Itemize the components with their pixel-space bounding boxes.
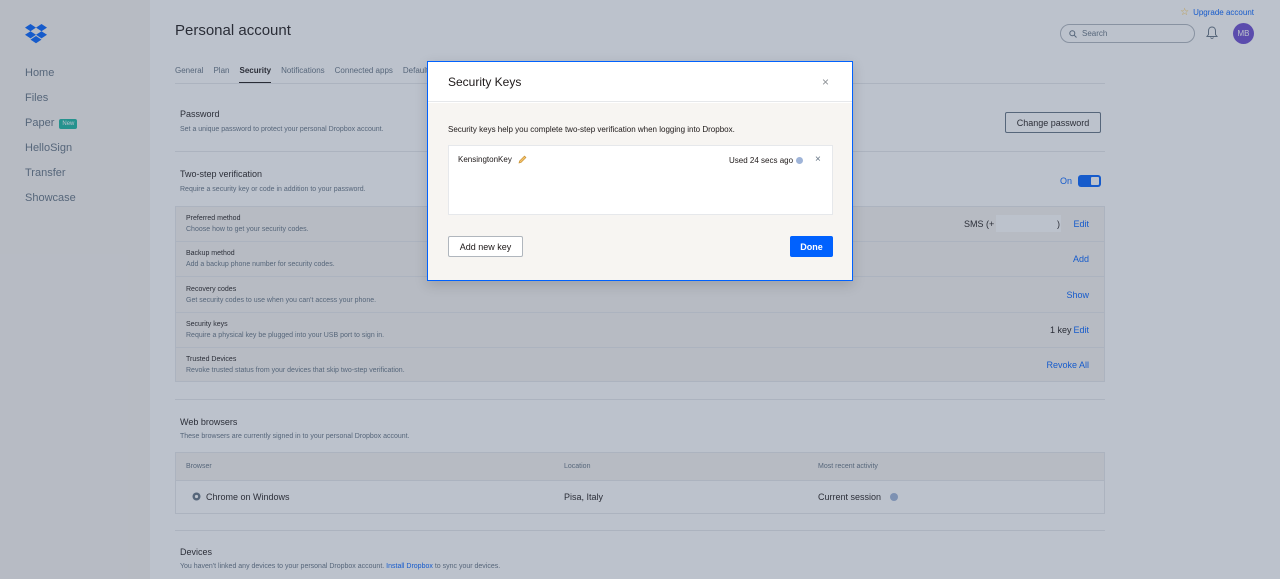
key-last-used-label: Used 24 secs ago (729, 156, 794, 165)
security-key-list: KensingtonKey Used 24 secs ago × (448, 145, 833, 215)
add-new-key-button[interactable]: Add new key (448, 236, 523, 257)
dialog-header: Security Keys × (428, 62, 852, 102)
remove-key-icon[interactable]: × (815, 154, 821, 165)
pencil-icon[interactable] (518, 155, 527, 164)
key-name: KensingtonKey (458, 155, 527, 164)
close-icon[interactable]: × (822, 75, 829, 89)
done-button[interactable]: Done (790, 236, 833, 257)
dialog-body: Security keys help you complete two-step… (428, 103, 852, 280)
info-icon[interactable] (796, 157, 804, 164)
key-last-used: Used 24 secs ago (729, 156, 804, 165)
key-name-label: KensingtonKey (458, 155, 512, 164)
security-keys-dialog: Security Keys × Security keys help you c… (427, 61, 853, 281)
dialog-description: Security keys help you complete two-step… (448, 125, 735, 134)
dialog-title: Security Keys (448, 75, 522, 89)
